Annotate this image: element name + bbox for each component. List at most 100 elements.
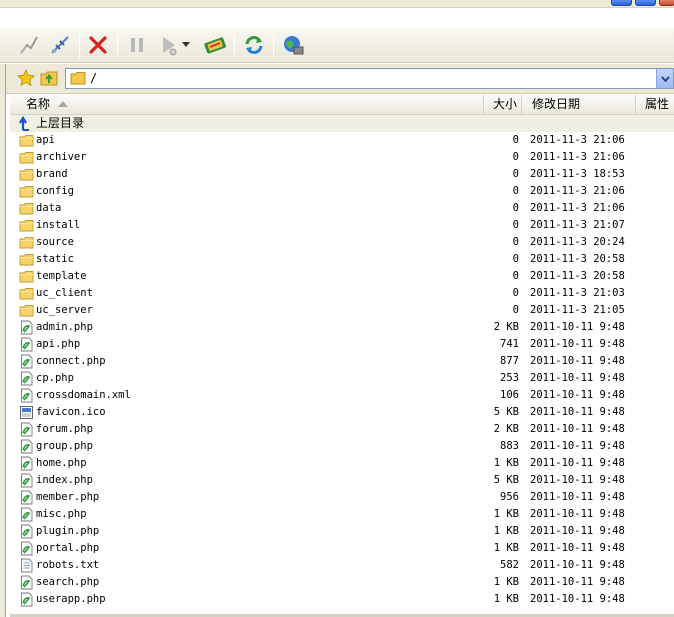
folder-row[interactable]: config 0 2011-11-3 21:06 bbox=[10, 183, 674, 200]
file-modified-date: 2011-10-11 9:48 bbox=[530, 576, 625, 588]
file-modified-date: 2011-10-11 9:48 bbox=[530, 338, 625, 350]
file-name: crossdomain.xml bbox=[36, 389, 131, 401]
address-dropdown-button[interactable] bbox=[656, 69, 673, 88]
file-row[interactable]: robots.txt 582 2011-10-11 9:48 bbox=[10, 557, 674, 574]
file-name: source bbox=[36, 236, 74, 248]
file-row[interactable]: portal.php 1 KB 2011-10-11 9:48 bbox=[10, 540, 674, 557]
minimize-button[interactable] bbox=[611, 0, 632, 6]
file-row[interactable]: api.php 741 2011-10-11 9:48 bbox=[10, 336, 674, 353]
folder-row[interactable]: source 0 2011-11-3 20:24 bbox=[10, 234, 674, 251]
script-file-icon bbox=[21, 541, 33, 556]
file-row[interactable]: crossdomain.xml 106 2011-10-11 9:48 bbox=[10, 387, 674, 404]
folder-row[interactable]: install 0 2011-11-3 21:07 bbox=[10, 217, 674, 234]
file-modified-date: 2011-11-3 20:58 bbox=[530, 253, 625, 265]
folder-row[interactable]: template 0 2011-11-3 20:58 bbox=[10, 268, 674, 285]
cancel-icon bbox=[89, 36, 107, 54]
script-file-icon bbox=[21, 575, 33, 590]
script-file-icon bbox=[21, 490, 33, 505]
toolbar-separator bbox=[234, 34, 235, 58]
file-name: api.php bbox=[36, 338, 81, 350]
folder-row[interactable]: brand 0 2011-11-3 18:53 bbox=[10, 166, 674, 183]
file-name: member.php bbox=[36, 491, 100, 503]
folder-icon bbox=[19, 271, 34, 283]
file-modified-date: 2011-10-11 9:48 bbox=[530, 559, 625, 571]
file-modified-date: 2011-11-3 20:58 bbox=[530, 270, 625, 282]
file-modified-date: 2011-10-11 9:48 bbox=[530, 542, 625, 554]
file-row[interactable]: misc.php 1 KB 2011-10-11 9:48 bbox=[10, 506, 674, 523]
file-size: 1 KB bbox=[493, 525, 519, 537]
file-row[interactable]: favicon.ico 5 KB 2011-10-11 9:48 bbox=[10, 404, 674, 421]
sort-ascending-icon bbox=[58, 101, 69, 107]
file-modified-date: 2011-10-11 9:48 bbox=[530, 525, 625, 537]
folder-row[interactable]: api 0 2011-11-3 21:06 bbox=[10, 132, 674, 149]
file-size: 0 bbox=[512, 151, 519, 163]
address-input[interactable]: / bbox=[65, 68, 674, 89]
refresh-button[interactable] bbox=[239, 31, 269, 59]
file-row[interactable]: index.php 5 KB 2011-10-11 9:48 bbox=[10, 472, 674, 489]
file-modified-date: 2011-10-11 9:48 bbox=[530, 372, 625, 384]
file-size: 0 bbox=[512, 304, 519, 316]
column-header-attributes[interactable]: 属性 bbox=[636, 95, 674, 114]
column-header-modified[interactable]: 修改日期 bbox=[522, 95, 636, 114]
close-window-button[interactable] bbox=[659, 0, 674, 6]
file-modified-date: 2011-11-3 21:06 bbox=[530, 202, 625, 214]
column-header-name[interactable]: 名称 bbox=[10, 95, 484, 114]
star-icon bbox=[17, 68, 35, 87]
folder-row[interactable]: uc_server 0 2011-11-3 21:05 bbox=[10, 302, 674, 319]
site-manager-button[interactable] bbox=[278, 31, 308, 59]
file-row[interactable]: cp.php 253 2011-10-11 9:48 bbox=[10, 370, 674, 387]
file-modified-date: 2011-10-11 9:48 bbox=[530, 389, 625, 401]
file-row[interactable]: member.php 956 2011-10-11 9:48 bbox=[10, 489, 674, 506]
file-size: 0 bbox=[512, 202, 519, 214]
chevron-down-icon bbox=[660, 75, 670, 82]
file-name: home.php bbox=[36, 457, 87, 469]
script-file-icon bbox=[21, 439, 33, 454]
file-size: 1 KB bbox=[493, 542, 519, 554]
file-modified-date: 2011-11-3 21:05 bbox=[530, 304, 625, 316]
cancel-button[interactable] bbox=[83, 31, 113, 59]
script-file-icon bbox=[21, 337, 33, 352]
file-row[interactable]: connect.php 877 2011-10-11 9:48 bbox=[10, 353, 674, 370]
file-row[interactable]: forum.php 2 KB 2011-10-11 9:48 bbox=[10, 421, 674, 438]
file-row[interactable]: home.php 1 KB 2011-10-11 9:48 bbox=[10, 455, 674, 472]
chevron-down-icon bbox=[182, 42, 190, 47]
file-row[interactable]: search.php 1 KB 2011-10-11 9:48 bbox=[10, 574, 674, 591]
maximize-button[interactable] bbox=[635, 0, 656, 6]
pause-button[interactable] bbox=[122, 31, 152, 59]
script-file-icon bbox=[21, 388, 33, 403]
file-size: 5 KB bbox=[493, 406, 519, 418]
parent-folder-button[interactable] bbox=[40, 69, 58, 90]
folder-icon bbox=[19, 237, 34, 249]
file-name: admin.php bbox=[36, 321, 93, 333]
file-modified-date: 2011-10-11 9:48 bbox=[530, 423, 625, 435]
file-modified-date: 2011-10-11 9:48 bbox=[530, 491, 625, 503]
disconnect-button[interactable] bbox=[45, 31, 75, 59]
folder-icon bbox=[19, 254, 34, 266]
file-size: 1 KB bbox=[493, 457, 519, 469]
folder-icon bbox=[70, 72, 86, 85]
pause-icon bbox=[131, 38, 143, 52]
file-row[interactable]: admin.php 2 KB 2011-10-11 9:48 bbox=[10, 319, 674, 336]
file-modified-date: 2011-10-11 9:48 bbox=[530, 440, 625, 452]
bookmark-button[interactable] bbox=[17, 68, 35, 90]
folder-row[interactable]: uc_client 0 2011-11-3 21:03 bbox=[10, 285, 674, 302]
parent-directory-row[interactable]: 上层目录 bbox=[10, 115, 674, 132]
script-file-icon bbox=[21, 456, 33, 471]
folder-icon bbox=[19, 186, 34, 198]
transfer-button[interactable] bbox=[200, 31, 230, 59]
file-name: connect.php bbox=[36, 355, 106, 367]
column-header-size[interactable]: 大小 bbox=[484, 95, 522, 114]
file-row[interactable]: plugin.php 1 KB 2011-10-11 9:48 bbox=[10, 523, 674, 540]
file-row[interactable]: userapp.php 1 KB 2011-10-11 9:48 bbox=[10, 591, 674, 608]
play-icon bbox=[163, 37, 177, 56]
folder-row[interactable]: static 0 2011-11-3 20:58 bbox=[10, 251, 674, 268]
file-modified-date: 2011-11-3 21:03 bbox=[530, 287, 625, 299]
folder-row[interactable]: data 0 2011-11-3 21:06 bbox=[10, 200, 674, 217]
file-size: 253 bbox=[500, 372, 519, 384]
file-row[interactable]: group.php 883 2011-10-11 9:48 bbox=[10, 438, 674, 455]
file-size: 1 KB bbox=[493, 593, 519, 605]
file-name: uc_server bbox=[36, 304, 93, 316]
folder-row[interactable]: archiver 0 2011-11-3 21:06 bbox=[10, 149, 674, 166]
play-dropdown-button[interactable] bbox=[180, 31, 192, 59]
connect-button[interactable] bbox=[14, 31, 44, 59]
